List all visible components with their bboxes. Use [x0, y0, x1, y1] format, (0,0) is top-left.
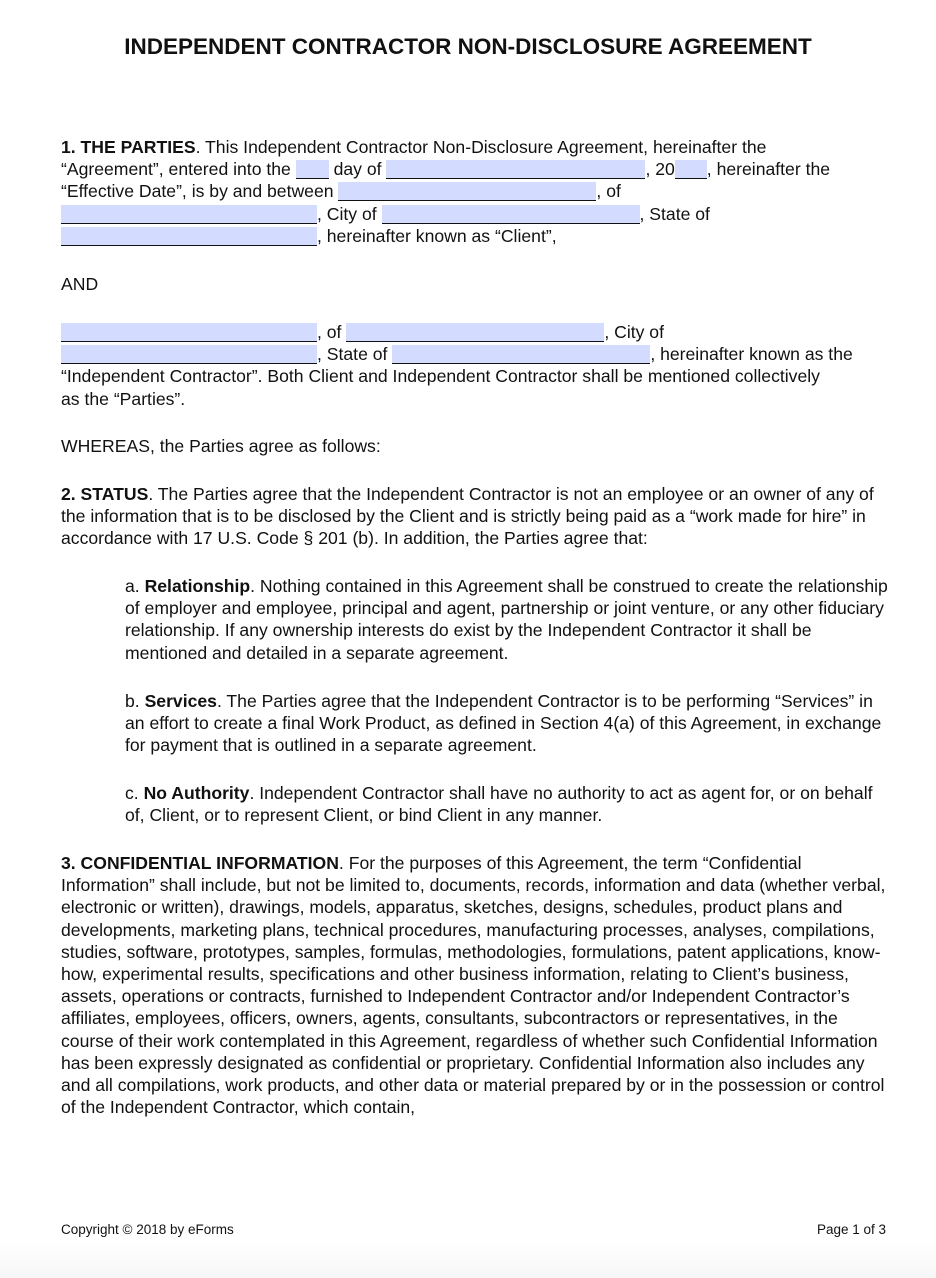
section-status: 2. STATUS. The Parties agree that the In…	[61, 483, 891, 550]
section-heading-parties: 1. THE PARTIES	[61, 137, 196, 157]
document-page: INDEPENDENT CONTRACTOR NON-DISCLOSURE AG…	[0, 0, 936, 1278]
footer-page-number: Page 1 of 3	[816, 1222, 886, 1237]
item-heading-services: Services	[144, 691, 217, 711]
whereas-text: WHEREAS, the Parties agree as follows:	[61, 436, 381, 456]
confidential-text: . For the purposes of this Agreement, th…	[61, 853, 886, 1118]
contractor-line-2: , State of , hereinafter known as the	[61, 343, 891, 365]
footer-copyright: Copyright © 2018 by eForms	[61, 1222, 234, 1237]
document-title: INDEPENDENT CONTRACTOR NON-DISCLOSURE AG…	[124, 34, 812, 59]
client-name-field[interactable]	[338, 182, 597, 202]
contractor-line-3: “Independent Contractor”. Both Client an…	[61, 366, 820, 409]
parties-line-5: , hereinafter known as “Client”,	[61, 225, 891, 247]
day-field[interactable]	[295, 160, 329, 180]
section-parties: 1. THE PARTIES. This Independent Contrac…	[61, 136, 891, 247]
status-item-services: b. Services. The Parties agree that the …	[125, 691, 882, 756]
contractor-state-field[interactable]	[392, 345, 651, 365]
contractor-block: , of , City of , State of , hereinafter …	[61, 321, 891, 410]
item-heading-relationship: Relationship	[144, 576, 251, 596]
section-heading-confidential: 3. CONFIDENTIAL INFORMATION	[61, 853, 339, 873]
parties-line-1: 1. THE PARTIES. This Independent Contrac…	[61, 137, 767, 157]
month-field[interactable]	[386, 160, 646, 180]
contractor-city-field[interactable]	[61, 345, 317, 365]
client-address-field[interactable]	[61, 204, 317, 224]
parties-line-2: “Agreement”, entered into the day of , 2…	[61, 159, 831, 180]
year-field[interactable]	[674, 160, 707, 180]
section-confidential-information: 3. CONFIDENTIAL INFORMATION. For the pur…	[61, 852, 891, 1118]
contractor-name-field[interactable]	[61, 323, 317, 342]
status-item-no-authority: c. No Authority. Independent Contractor …	[125, 783, 873, 826]
parties-line-3: “Effective Date”, is by and between , of	[61, 181, 621, 202]
client-state-field[interactable]	[61, 226, 317, 246]
status-item-relationship: a. Relationship. Nothing contained in th…	[125, 576, 888, 663]
and-label: AND	[61, 274, 99, 294]
section-heading-status: 2. STATUS	[61, 484, 149, 504]
item-heading-no-authority: No Authority	[143, 783, 250, 803]
contractor-address-field[interactable]	[346, 323, 605, 342]
contractor-line-1: , of , City of	[61, 321, 891, 343]
parties-line-4: , City of , State of	[61, 203, 891, 225]
status-text: . The Parties agree that the Independent…	[61, 484, 874, 549]
client-city-field[interactable]	[381, 204, 640, 224]
